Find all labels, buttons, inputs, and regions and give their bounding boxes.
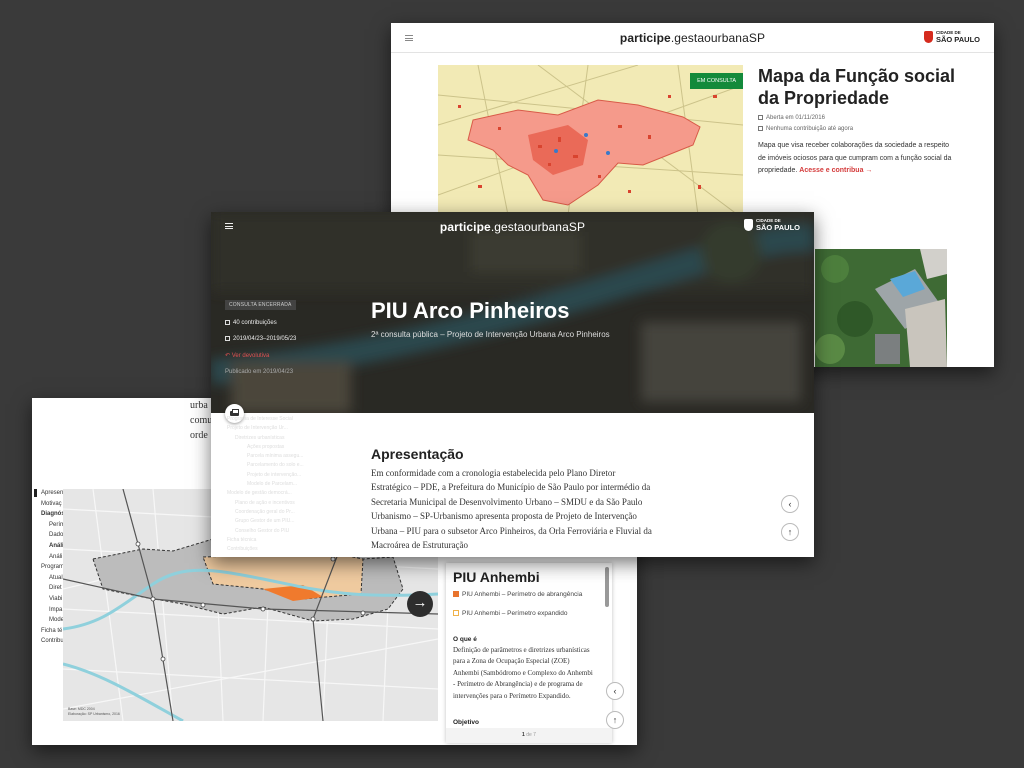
consultation-dates: 2019/04/23–2019/05/23 bbox=[225, 336, 296, 342]
site-logo[interactable]: participe.gestaourbanaSP bbox=[211, 220, 814, 234]
section-heading: Objetivo bbox=[453, 719, 480, 726]
contribution-count: Nenhuma contribuição até agora bbox=[758, 126, 853, 132]
toc-item[interactable]: Dado bbox=[41, 530, 65, 541]
toc-item[interactable]: Projeto de Intervenção Ur... bbox=[223, 424, 304, 433]
toc-item[interactable]: Plano de ação e incentivos bbox=[223, 499, 304, 508]
consultation-map[interactable]: EM CONSULTA bbox=[438, 65, 743, 215]
opened-date: Aberta em 01/11/2016 bbox=[758, 115, 825, 121]
toc-item[interactable]: Diret bbox=[41, 583, 65, 594]
toc-item[interactable]: Programa de Interesse Social bbox=[223, 415, 304, 424]
panel-scrollbar[interactable] bbox=[605, 567, 609, 607]
swatch-icon bbox=[453, 591, 459, 597]
consultation-title[interactable]: Mapa da Função social da Propriedade bbox=[758, 65, 978, 109]
toc-item-active[interactable]: Análi bbox=[34, 489, 65, 552]
status-badge: EM CONSULTA bbox=[690, 73, 743, 89]
prev-button[interactable]: ‹ bbox=[606, 682, 624, 700]
contribution-count: 40 contribuições bbox=[225, 320, 277, 326]
city-crest-icon bbox=[923, 31, 933, 43]
access-contribute-link[interactable]: Acesse e contribua → bbox=[799, 167, 872, 174]
toc-item[interactable]: Ações propostas bbox=[223, 443, 304, 452]
page-title: PIU Arco Pinheiros bbox=[371, 298, 570, 323]
prev-button[interactable]: ‹ bbox=[781, 495, 799, 513]
site-header: participe.gestaourbanaSP CIDADE DE SÃO PA… bbox=[391, 23, 994, 53]
site-logo[interactable]: participe.gestaourbanaSP bbox=[391, 31, 994, 45]
aerial-photo bbox=[815, 249, 947, 367]
city-logo[interactable]: CIDADE DE SÃO PAULO bbox=[923, 30, 980, 43]
toc-item[interactable]: Contribu bbox=[41, 636, 65, 647]
consultation-description: Mapa que visa receber colaborações da so… bbox=[758, 142, 952, 174]
city-crest-icon bbox=[743, 219, 753, 231]
toc-item[interactable]: Diretrizes urbanísticas bbox=[223, 434, 304, 443]
legend-item: PIU Anhembi – Perímetro expandido bbox=[453, 610, 593, 618]
legend-item: PIU Anhembi – Perímetro de abrangência bbox=[453, 591, 593, 599]
toc-item[interactable]: Ficha técnica bbox=[223, 536, 304, 545]
scroll-top-button[interactable]: ↑ bbox=[781, 523, 799, 541]
toc-item[interactable]: Grupo Gestor de um PIU... bbox=[223, 517, 304, 526]
section-body: Em conformidade com a cronologia estabel… bbox=[371, 468, 652, 551]
page-subtitle: 2ª consulta pública – Projeto de Interve… bbox=[371, 330, 610, 339]
toc-item[interactable]: Impa bbox=[41, 605, 65, 616]
table-of-contents: Programa de Interesse Social Projeto de … bbox=[223, 415, 304, 554]
reply-icon: ↶ bbox=[225, 353, 232, 359]
toc-item[interactable]: Coordenação geral do Pr... bbox=[223, 508, 304, 517]
status-badge: CONSULTA ENCERRADA bbox=[225, 300, 296, 310]
toc-item[interactable]: Parcela mínima assegu... bbox=[223, 452, 304, 461]
toc-item[interactable]: Modelo de Parcelam... bbox=[223, 480, 304, 489]
toc-item-active[interactable]: Diagnós bbox=[34, 489, 65, 520]
toc-item[interactable]: Atual bbox=[41, 573, 65, 584]
scroll-top-button[interactable]: ↑ bbox=[606, 711, 624, 729]
toc-item[interactable]: Modelo de gestão democrá... bbox=[223, 489, 304, 498]
toc-item[interactable]: Ficha té bbox=[41, 626, 65, 637]
section-heading: O que é bbox=[453, 636, 477, 643]
toc-item[interactable]: Program bbox=[41, 562, 65, 573]
toc-item[interactable]: Parcelamento do solo e... bbox=[223, 461, 304, 470]
published-date: Publicado em 2019/04/23 bbox=[225, 369, 294, 375]
next-slide-button[interactable]: → bbox=[407, 591, 433, 617]
info-panel: PIU Anhembi PIU Anhembi – Perímetro de a… bbox=[446, 563, 612, 743]
active-marker bbox=[34, 489, 37, 497]
returns-link[interactable]: ↶ Ver devolutiva bbox=[225, 352, 269, 359]
toc-item[interactable]: Análi bbox=[41, 552, 65, 563]
toc-item[interactable]: Perím bbox=[41, 520, 65, 531]
swatch-icon bbox=[453, 610, 459, 616]
section-title: Apresentação bbox=[371, 446, 464, 462]
city-logo[interactable]: CIDADE DE SÃO PAULO bbox=[743, 218, 800, 231]
hero-banner: participe.gestaourbanaSP CIDADE DE SÃO PA… bbox=[211, 212, 814, 413]
toc-item[interactable]: Contribuições bbox=[223, 545, 304, 554]
consultation-window-arco-pinheiros: participe.gestaourbanaSP CIDADE DE SÃO PA… bbox=[211, 212, 814, 557]
toc-item[interactable]: Projeto de intervenção... bbox=[223, 471, 304, 480]
toc-item[interactable]: Mode bbox=[41, 615, 65, 626]
table-of-contents: Apresen Motivaç Diagnós Perím Dado Análi… bbox=[34, 488, 65, 647]
map-credits: Base: MDC 2004 Elaboração: SP Urbanismo,… bbox=[68, 707, 120, 716]
toc-item[interactable]: Conselho Gestor do PIU bbox=[223, 527, 304, 536]
pager: 1 de 7 bbox=[446, 728, 612, 743]
calendar-icon bbox=[758, 115, 763, 120]
toc-item[interactable]: Motivaç bbox=[41, 499, 65, 510]
photo-graphic bbox=[815, 249, 947, 367]
calendar-icon bbox=[225, 336, 230, 341]
panel-title: PIU Anhembi bbox=[453, 569, 540, 585]
toc-item[interactable]: Viabi bbox=[41, 594, 65, 605]
body-text-fragment: urba comu orde bbox=[190, 400, 213, 441]
comment-icon bbox=[225, 320, 230, 325]
toc-item[interactable]: Apresen bbox=[41, 488, 65, 499]
comment-icon bbox=[758, 126, 763, 131]
section-text: Definição de parâmetros e diretrizes urb… bbox=[453, 646, 593, 700]
